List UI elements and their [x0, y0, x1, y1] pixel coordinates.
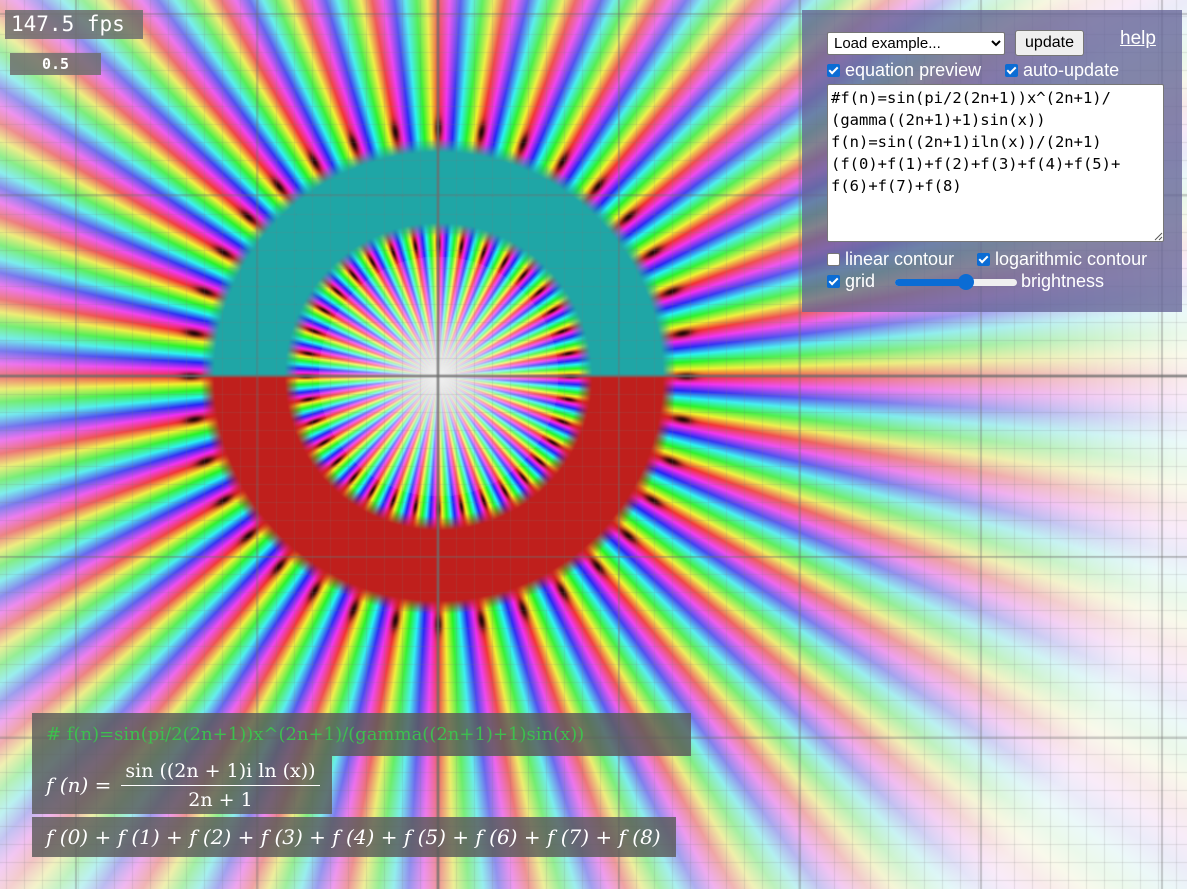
preview-fraction-equation: f (n) = sin ((2n + 1)i ln (x)) 2n + 1	[32, 756, 332, 814]
resize-grip-icon[interactable]	[1154, 232, 1163, 241]
update-button[interactable]: update	[1015, 30, 1084, 56]
grid-label: grid	[845, 271, 876, 291]
linear-contour-toggle[interactable]: linear contour	[827, 249, 954, 269]
preview-comment: # f(n)=sin(pi/2(2n+1))x^(2n+1)/(gamma((2…	[32, 713, 691, 756]
grid-checkbox[interactable]	[827, 274, 840, 288]
grid-toggle[interactable]: grid	[827, 271, 875, 291]
brightness-slider-fill	[895, 279, 966, 286]
equation-preview-toggle[interactable]: equation preview	[827, 60, 981, 80]
preview-lhs: f (n) =	[46, 773, 112, 797]
equation-editor[interactable]: #f(n)=sin(pi/2(2n+1))x^(2n+1)/ (gamma((2…	[827, 84, 1164, 242]
log-contour-toggle[interactable]: logarithmic contour	[977, 249, 1147, 269]
equation-preview-label: equation preview	[845, 60, 982, 80]
fps-readout: 147.5 fps	[5, 10, 143, 39]
auto-update-checkbox[interactable]	[1005, 63, 1018, 77]
preview-denominator: 2n + 1	[188, 788, 253, 811]
preview-sum: f (0) + f (1) + f (2) + f (3) + f (4) + …	[32, 817, 676, 857]
preview-numerator: sin ((2n + 1)i ln (x))	[121, 759, 320, 786]
log-contour-label: logarithmic contour	[995, 249, 1148, 269]
control-panel: Load example... update help equation pre…	[802, 10, 1182, 312]
linear-contour-checkbox[interactable]	[827, 252, 840, 266]
log-contour-checkbox[interactable]	[977, 252, 990, 266]
linear-contour-label: linear contour	[845, 249, 955, 269]
preview-fraction: sin ((2n + 1)i ln (x)) 2n + 1	[121, 759, 320, 812]
brightness-slider[interactable]	[895, 274, 1017, 290]
brightness-slider-thumb[interactable]	[957, 274, 974, 290]
help-link[interactable]: help	[1120, 28, 1156, 50]
zoom-readout: 0.5	[10, 53, 101, 75]
example-select[interactable]: Load example...	[827, 32, 1005, 55]
auto-update-toggle[interactable]: auto-update	[1005, 60, 1119, 80]
auto-update-label: auto-update	[1023, 60, 1120, 80]
app-stage: 147.5 fps 0.5 Load example... update hel…	[0, 0, 1187, 889]
brightness-label: brightness	[1021, 271, 1105, 291]
equation-preview-checkbox[interactable]	[827, 63, 840, 77]
